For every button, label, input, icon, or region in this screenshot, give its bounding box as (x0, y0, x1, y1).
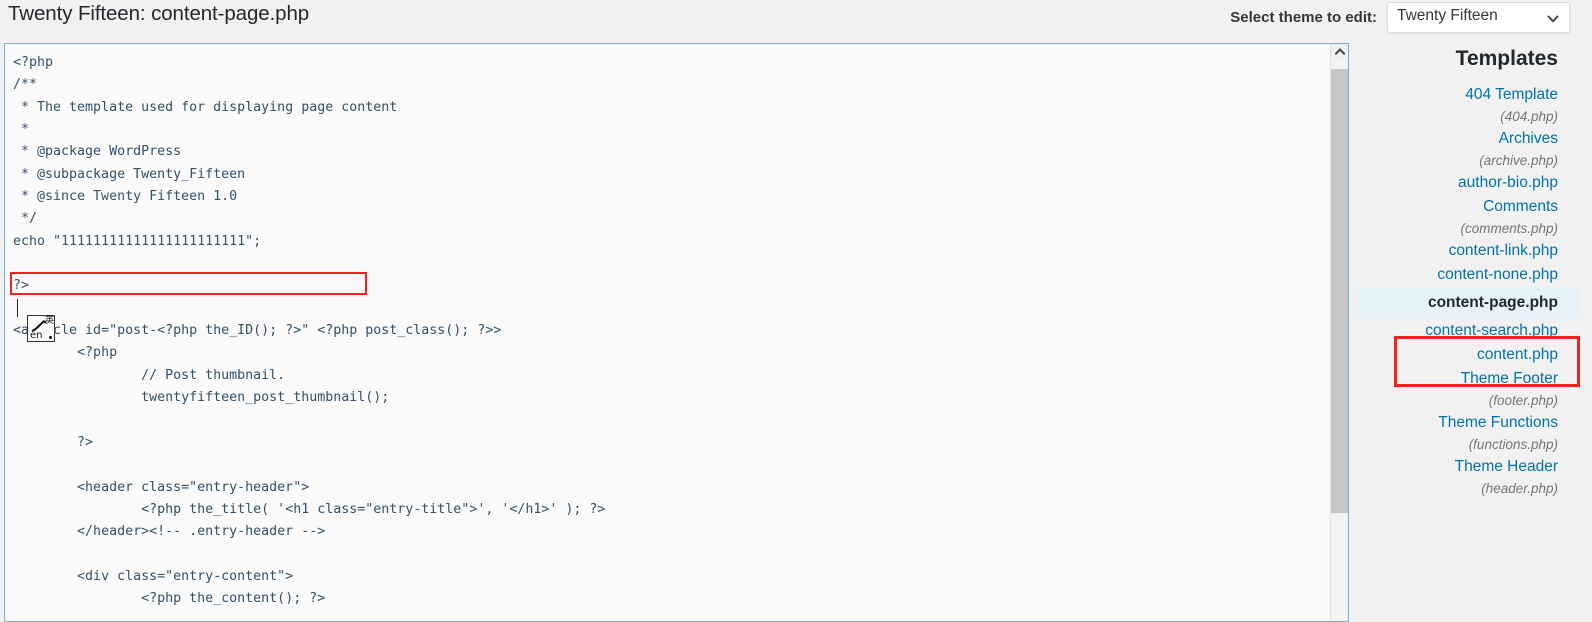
chevron-down-icon (1547, 12, 1559, 24)
template-item-filename: (comments.php) (1460, 221, 1558, 236)
template-list-item[interactable]: Theme Header (header.php) (1358, 455, 1580, 499)
page-title: Twenty Fifteen: content-page.php (8, 2, 310, 25)
template-list-item[interactable]: Theme Functions (functions.php) (1358, 411, 1580, 455)
sidebar-title: Templates (1455, 47, 1558, 70)
template-list-item[interactable]: author-bio.php (1358, 171, 1580, 195)
template-item-name[interactable]: content-none.php (1358, 263, 1558, 287)
template-item-name[interactable]: Comments (1358, 195, 1558, 219)
ime-language-indicator[interactable]: 英 en (27, 315, 55, 342)
template-item-name[interactable]: content.php (1358, 343, 1558, 367)
template-item-name[interactable]: Theme Functions (1358, 411, 1558, 435)
template-item-name[interactable]: content-link.php (1358, 239, 1558, 263)
code-editor-textarea[interactable] (5, 44, 1330, 621)
scrollbar-thumb[interactable] (1331, 69, 1348, 513)
template-list-item[interactable]: Comments (comments.php) (1358, 195, 1580, 239)
template-item-filename: (footer.php) (1488, 393, 1558, 408)
template-list-item[interactable]: content-none.php (1358, 263, 1580, 287)
text-cursor (17, 299, 18, 317)
ime-status-dot (49, 336, 52, 339)
theme-select-label: Select theme to edit: (1230, 8, 1377, 26)
template-item-name[interactable]: 404 Template (1358, 83, 1558, 107)
template-list-item[interactable]: 404 Template (404.php) (1358, 83, 1580, 127)
template-list: 404 Template (404.php) Archives (archive.ph… (1358, 83, 1580, 499)
template-item-filename: (header.php) (1481, 481, 1558, 496)
theme-select-value: Twenty Fifteen (1397, 6, 1498, 24)
editor-vertical-scrollbar[interactable] (1330, 44, 1348, 621)
template-list-item[interactable]: content.php (1358, 343, 1580, 367)
template-item-name[interactable]: Theme Header (1358, 455, 1558, 479)
template-list-item[interactable]: content-page.php (1358, 287, 1580, 319)
theme-select-dropdown[interactable]: Twenty Fifteen (1387, 1, 1570, 33)
template-list-item[interactable]: content-search.php (1358, 319, 1580, 343)
theme-selector: Select theme to edit: Twenty Fifteen (1230, 1, 1570, 33)
code-editor-pane[interactable]: 英 en (4, 43, 1349, 622)
template-item-name[interactable]: content-page.php (1358, 287, 1558, 319)
chevron-up-icon[interactable] (1331, 44, 1348, 62)
template-item-name[interactable]: content-search.php (1358, 319, 1558, 343)
template-item-name[interactable]: Theme Footer (1358, 367, 1558, 391)
templates-sidebar: Templates 404 Template (404.php) Archives (… (1358, 43, 1580, 622)
template-list-item[interactable]: Theme Footer (footer.php) (1358, 367, 1580, 411)
template-list-item[interactable]: Archives (archive.php) (1358, 127, 1580, 171)
ime-cjk-mark: 英 (44, 316, 54, 326)
template-item-filename: (functions.php) (1468, 437, 1558, 452)
template-item-name[interactable]: author-bio.php (1358, 171, 1558, 195)
template-item-filename: (archive.php) (1479, 153, 1558, 168)
template-item-filename: (404.php) (1500, 109, 1558, 124)
page-header-bar: Twenty Fifteen: content-page.php Select … (0, 0, 1592, 36)
ime-language-label: en (30, 330, 43, 341)
template-list-item[interactable]: content-link.php (1358, 239, 1580, 263)
template-item-name[interactable]: Archives (1358, 127, 1558, 151)
